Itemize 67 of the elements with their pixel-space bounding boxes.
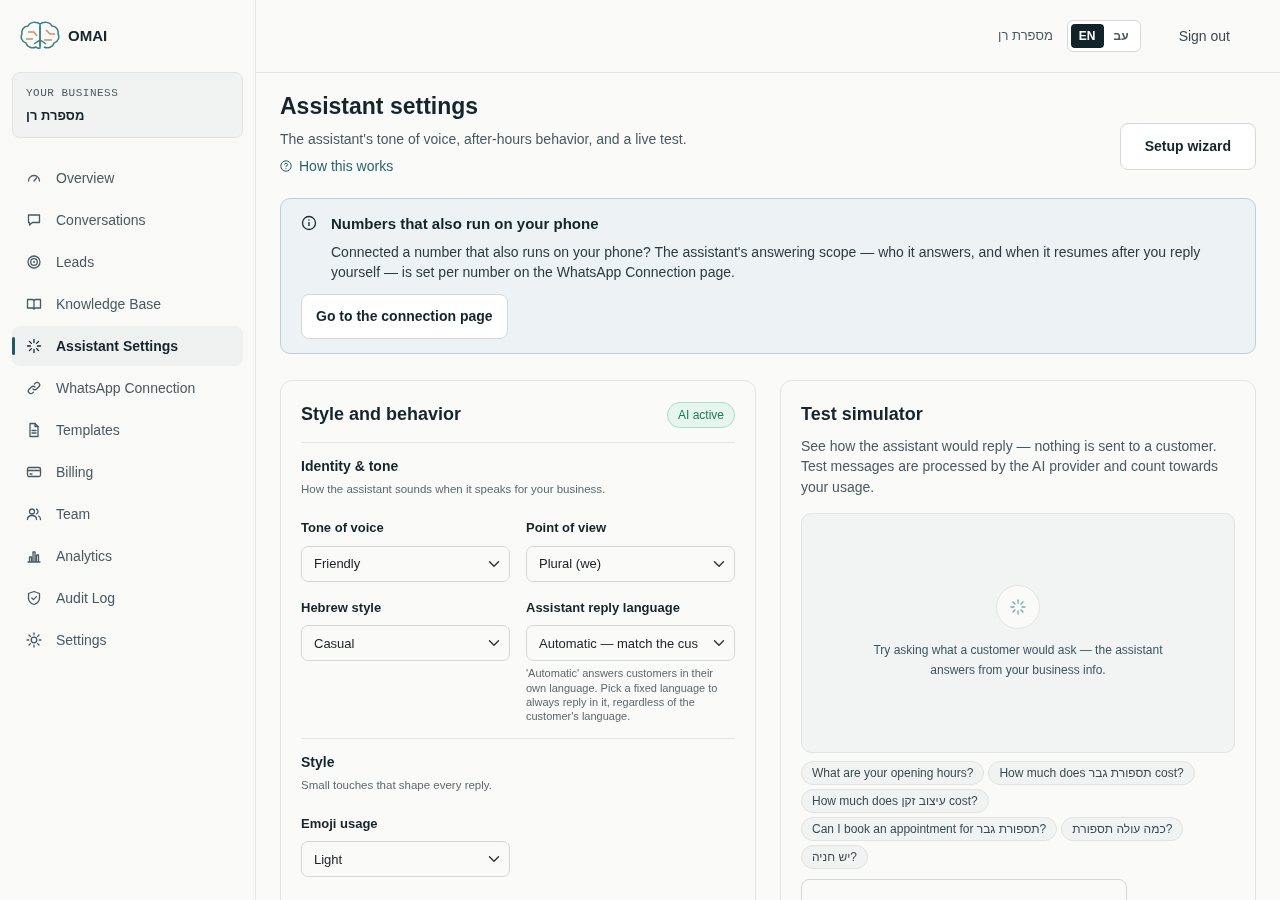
card-title: Style and behavior bbox=[301, 403, 462, 427]
section-title: Style bbox=[301, 752, 336, 772]
language-option[interactable]: EN bbox=[1070, 24, 1104, 48]
brain-logo-icon bbox=[20, 20, 60, 52]
dropdown-field[interactable]: Automatic — match the cus bbox=[526, 625, 735, 662]
brand-name: OMAI bbox=[68, 25, 108, 46]
book-icon bbox=[26, 296, 42, 312]
sign-out-button[interactable]: Sign out bbox=[1172, 24, 1236, 48]
dropdown-field[interactable]: Casual bbox=[301, 625, 510, 662]
dropdown-field[interactable]: Light bbox=[301, 841, 510, 878]
simulator-description: See how the assistant would reply — nothing is sent to a customer. Test messages are processed by the AI provider and count towards your usage. bbox=[801, 437, 1220, 497]
sidebar-item[interactable]: Knowledge Base bbox=[12, 284, 243, 324]
business-name: מספרת רן bbox=[998, 27, 1053, 46]
sidebar-item[interactable]: Settings bbox=[12, 620, 243, 660]
field-help: 'Automatic' answers customers in their own language. Pick a fixed language to always reply in it, regardless of the customer's language. bbox=[526, 666, 719, 724]
page-title: Assistant settings bbox=[280, 93, 480, 121]
chat-bubble-icon bbox=[26, 212, 42, 228]
page-subtitle: The assistant's tone of voice, after-hours behavior, and a live test. bbox=[280, 129, 687, 149]
notice-title: Numbers that also run on your phone bbox=[331, 214, 600, 235]
sun-icon bbox=[26, 632, 42, 648]
sparkle-icon bbox=[996, 585, 1040, 630]
bar-chart-icon bbox=[26, 548, 42, 564]
sidebar-item[interactable]: Analytics bbox=[12, 536, 243, 576]
field-label: Hebrew style bbox=[301, 598, 383, 617]
shield-icon bbox=[26, 590, 42, 606]
document-icon bbox=[26, 422, 42, 438]
dropdown-field[interactable]: Friendly bbox=[301, 545, 510, 582]
sidebar-item[interactable]: Templates bbox=[12, 410, 243, 450]
status-badge: AI active bbox=[666, 401, 735, 428]
section-hint: Small touches that shape every reply. bbox=[301, 777, 493, 793]
dropdown-field[interactable]: Plural (we) bbox=[526, 545, 735, 582]
setup-wizard-button[interactable]: Setup wizard bbox=[1119, 123, 1256, 170]
credit-card-icon bbox=[26, 464, 42, 480]
help-link[interactable]: How this works bbox=[280, 155, 394, 177]
card-title: Test simulator bbox=[801, 403, 924, 427]
suggestion-chip[interactable]: כמה עולה תספורת? bbox=[1061, 817, 1184, 842]
sidebar-item[interactable]: Conversations bbox=[12, 200, 243, 240]
suggestion-chip[interactable]: Can I book an appointment for תספורת גבר? bbox=[801, 817, 1058, 842]
empty-state-text: Try asking what a customer would ask — the assistant answers from your business info. bbox=[872, 642, 1164, 680]
people-icon bbox=[26, 506, 42, 522]
sidebar-item[interactable]: Overview bbox=[12, 158, 243, 198]
sidebar-item[interactable]: Assistant Settings bbox=[12, 326, 243, 366]
suggestion-chip[interactable]: יש חניה? bbox=[801, 845, 868, 870]
sidebar-item[interactable]: Billing bbox=[12, 452, 243, 492]
notice-text: Connected a number that also runs on your phone? The assistant's answering scope — who it answers, and when it resumes after you reply yourself — is set per number on the WhatsApp Connection page. bbox=[331, 242, 1202, 282]
suggestion-chip[interactable]: What are your opening hours? bbox=[801, 761, 985, 786]
sparkle-icon bbox=[26, 338, 42, 354]
field-label: Tone of voice bbox=[301, 519, 385, 538]
business-label: YOUR BUSINESS bbox=[26, 86, 120, 101]
link-icon bbox=[26, 380, 42, 396]
section-hint: How the assistant sounds when it speaks for your business. bbox=[301, 482, 607, 498]
connection-page-button[interactable]: Go to the connection page bbox=[301, 294, 508, 340]
sidebar-item[interactable]: Leads bbox=[12, 242, 243, 282]
business-name: מספרת רן bbox=[26, 106, 86, 125]
sidebar-item[interactable]: Team bbox=[12, 494, 243, 534]
help-icon bbox=[280, 160, 292, 173]
suggestion-chip[interactable]: How much does תספורת גבר cost? bbox=[988, 761, 1195, 786]
section-title: Identity & tone bbox=[301, 457, 400, 477]
field-label: Point of view bbox=[526, 519, 608, 538]
field-label: Assistant reply language bbox=[526, 598, 681, 617]
language-option[interactable]: עב bbox=[1105, 24, 1137, 48]
info-icon bbox=[301, 215, 317, 232]
sidebar-item[interactable]: Audit Log bbox=[12, 578, 243, 618]
target-icon bbox=[26, 254, 42, 270]
field-label: Emoji usage bbox=[301, 814, 379, 833]
suggestion-chip[interactable]: How much does עיצוב זקן cost? bbox=[801, 789, 989, 814]
sidebar-item[interactable]: WhatsApp Connection bbox=[12, 368, 243, 408]
